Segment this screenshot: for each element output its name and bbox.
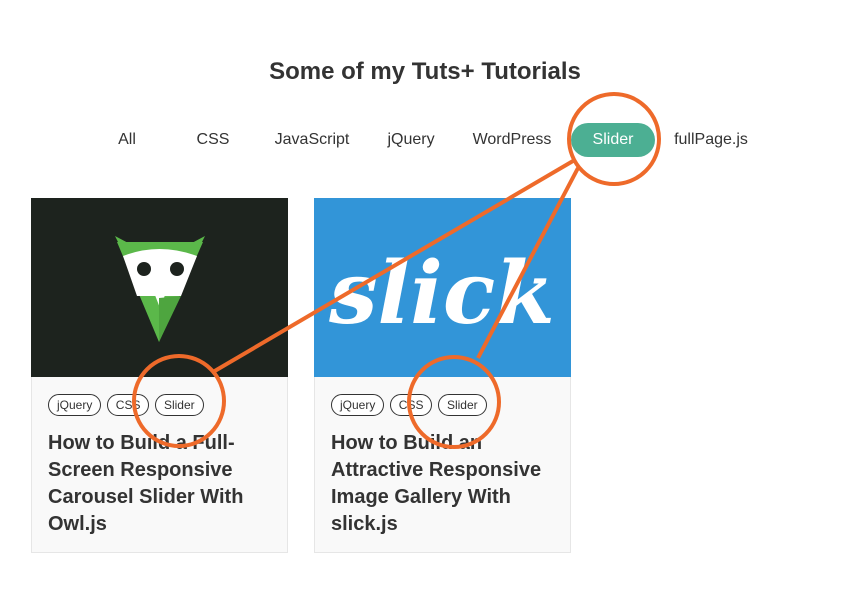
tutorial-card-slick[interactable]: slick jQuery CSS Slider How to Build an … xyxy=(314,198,571,553)
filter-jquery[interactable]: jQuery xyxy=(378,123,444,157)
tutorial-card-owl[interactable]: jQuery CSS Slider How to Build a Full-Sc… xyxy=(31,198,288,553)
slick-logo-text: slick xyxy=(328,243,555,344)
filter-css[interactable]: CSS xyxy=(186,123,240,157)
tag-css[interactable]: CSS xyxy=(389,394,433,416)
slick-logo-icon: slick xyxy=(314,198,571,377)
filter-slider[interactable]: Slider xyxy=(571,123,655,157)
tag-slider[interactable]: Slider xyxy=(437,394,487,416)
tag-jquery[interactable]: jQuery xyxy=(48,394,102,416)
owl-logo-icon xyxy=(31,198,288,377)
card-tags: jQuery CSS Slider xyxy=(331,394,488,416)
card-title[interactable]: How to Build an Attractive Responsive Im… xyxy=(331,430,556,538)
filter-all[interactable]: All xyxy=(100,123,154,157)
page-title: Some of my Tuts+ Tutorials xyxy=(269,58,581,85)
filter-bar: All CSS JavaScript jQuery WordPress Slid… xyxy=(0,120,850,160)
card-title[interactable]: How to Build a Full-Screen Responsive Ca… xyxy=(48,430,273,538)
filter-fullpagejs[interactable]: fullPage.js xyxy=(668,123,754,157)
card-image-owl[interactable] xyxy=(31,198,288,377)
tag-slider[interactable]: Slider xyxy=(154,394,204,416)
page: Some of my Tuts+ Tutorials All CSS JavaS… xyxy=(0,0,850,600)
filter-javascript[interactable]: JavaScript xyxy=(266,123,358,157)
tag-css[interactable]: CSS xyxy=(106,394,150,416)
tag-jquery[interactable]: jQuery xyxy=(331,394,385,416)
filter-wordpress[interactable]: WordPress xyxy=(464,123,560,157)
card-image-slick[interactable]: slick xyxy=(314,198,571,377)
card-tags: jQuery CSS Slider xyxy=(48,394,205,416)
